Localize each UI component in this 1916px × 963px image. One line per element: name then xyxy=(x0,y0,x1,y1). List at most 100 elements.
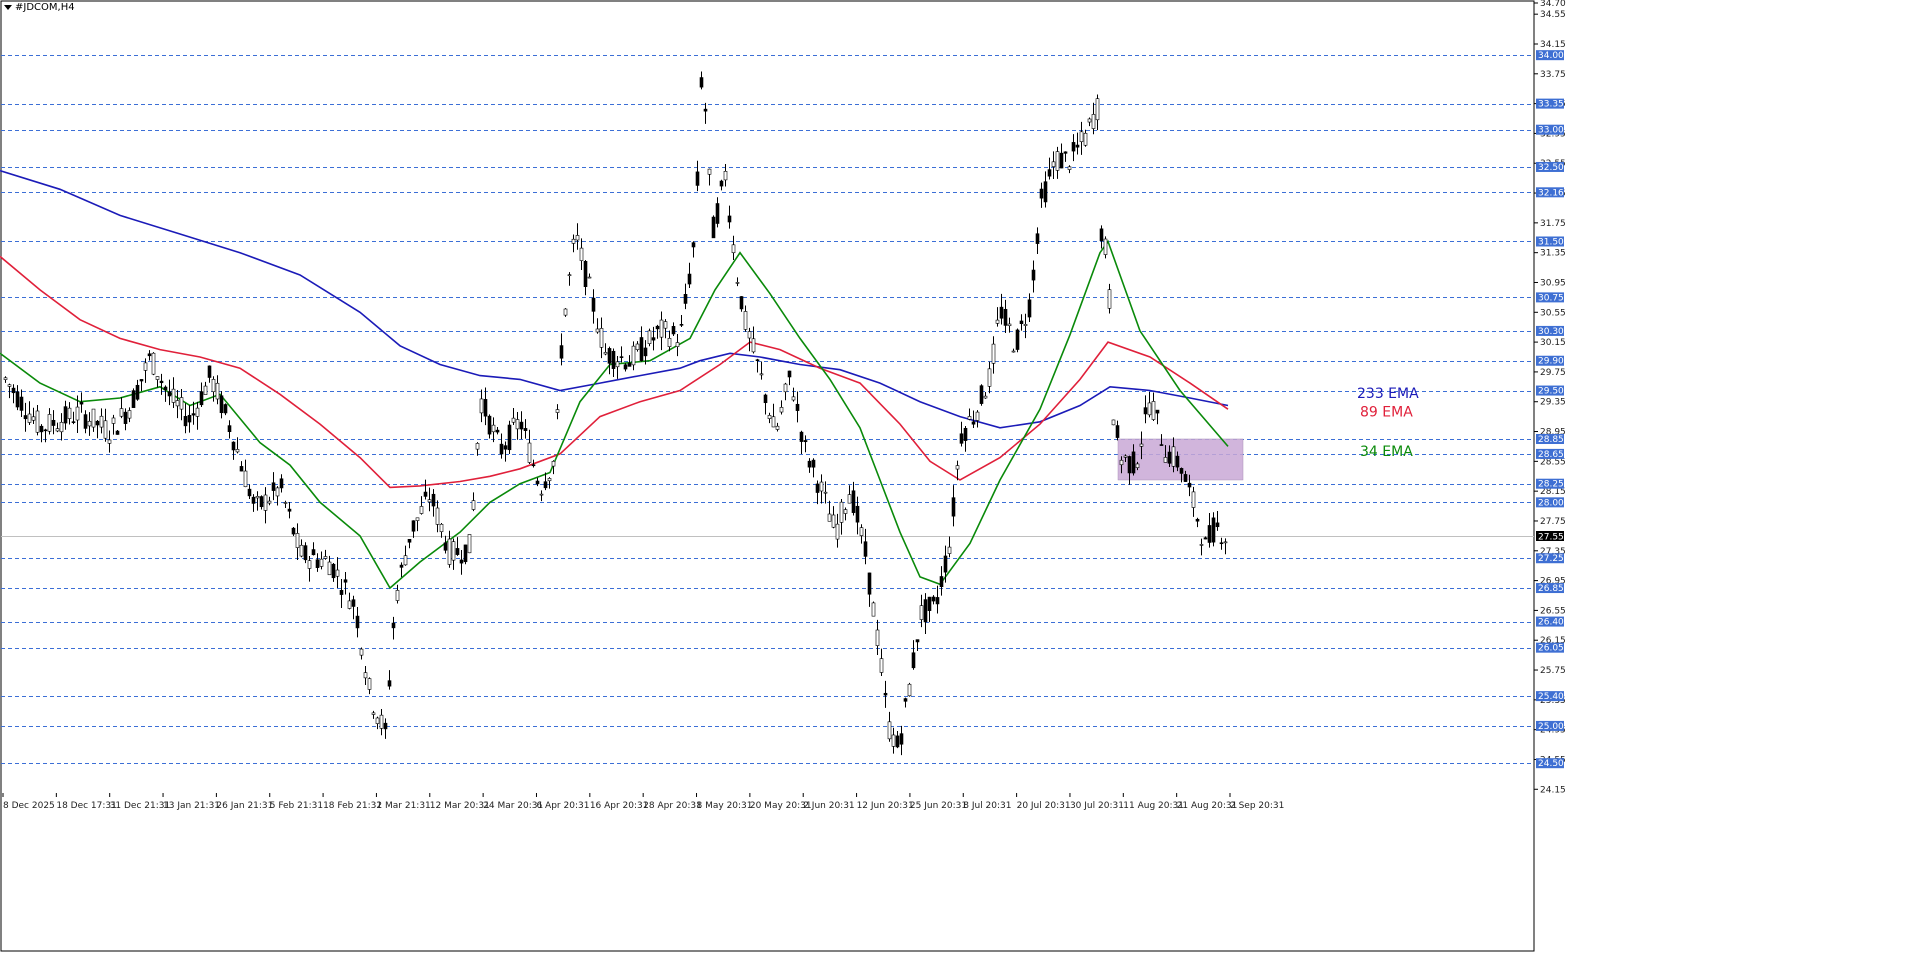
level-badge-label: 29.90 xyxy=(1538,357,1564,367)
candle-body xyxy=(723,170,728,181)
candle-body xyxy=(811,459,816,468)
supply-zone xyxy=(1117,438,1244,481)
candle-body xyxy=(635,343,640,350)
candle-body xyxy=(759,373,764,376)
candle-body xyxy=(571,238,576,244)
candle-body xyxy=(363,672,368,679)
candle-body xyxy=(619,356,624,358)
candle-body xyxy=(803,440,808,443)
candle-body xyxy=(1143,407,1148,415)
candle-body xyxy=(127,410,132,419)
chevron-down-icon[interactable] xyxy=(4,5,12,10)
level-badge-label: 33.00 xyxy=(1538,126,1564,136)
candle-body xyxy=(119,408,124,417)
candle-body xyxy=(123,411,128,424)
candle-body xyxy=(171,388,176,403)
candle-body xyxy=(1055,151,1060,171)
candle-body xyxy=(1079,131,1084,143)
candle-body xyxy=(887,721,892,740)
level-badge-label: 30.30 xyxy=(1538,327,1564,337)
candle-body xyxy=(767,415,772,419)
candle-body xyxy=(35,410,40,433)
candle-body xyxy=(3,377,8,380)
candle-body xyxy=(107,439,112,444)
candle-body xyxy=(1023,324,1028,326)
candle-body xyxy=(39,425,44,433)
candle-body xyxy=(1031,269,1036,281)
candle-body xyxy=(999,306,1004,319)
candle-body xyxy=(1131,451,1136,474)
level-badge-label: 31.50 xyxy=(1538,237,1564,247)
candle-body xyxy=(507,424,512,451)
time-tick-label: 12 Jun 20:31 xyxy=(857,801,914,811)
candle-body xyxy=(1011,350,1016,353)
candle-body xyxy=(735,282,740,284)
candle-body xyxy=(331,563,336,579)
symbol-header[interactable]: #JDCOM,H4 xyxy=(4,2,75,13)
candle-body xyxy=(1111,419,1116,426)
candle-body xyxy=(531,464,536,467)
candle-body xyxy=(339,590,344,595)
candle-body xyxy=(1095,98,1100,121)
candle-body xyxy=(131,390,136,408)
ema34-label: 34 EMA xyxy=(1360,444,1413,460)
candle-body xyxy=(915,639,920,643)
candle-body xyxy=(207,365,212,378)
candle-body xyxy=(1179,468,1184,474)
candle-body xyxy=(67,407,72,419)
candle-body xyxy=(603,352,608,355)
candle-body xyxy=(431,493,436,507)
price-chart[interactable]: 34.7034.5534.1533.7533.3532.9532.5532.15… xyxy=(0,0,1916,963)
candle-body xyxy=(395,590,400,601)
candle-body xyxy=(295,533,300,548)
candle-body xyxy=(83,414,88,429)
candle-body xyxy=(1223,541,1228,544)
candle-body xyxy=(1215,522,1220,528)
candle-body xyxy=(943,555,948,573)
candle-body xyxy=(271,482,276,491)
candle-body xyxy=(247,488,252,497)
candle-body xyxy=(687,273,692,285)
candle-body xyxy=(839,501,844,523)
candle-body xyxy=(467,534,472,554)
candle-body xyxy=(227,425,232,433)
candle-body xyxy=(391,622,396,629)
candle-body xyxy=(1099,228,1104,242)
candle-body xyxy=(155,376,160,380)
time-tick-label: 18 Dec 17:31 xyxy=(56,801,117,811)
candle-body xyxy=(1191,491,1196,508)
candle-body xyxy=(167,391,172,397)
level-badge-label: 34.00 xyxy=(1538,51,1564,61)
candle-body xyxy=(475,443,480,450)
price-tick-label: 31.75 xyxy=(1540,219,1566,229)
candle-body xyxy=(939,576,944,588)
candle-body xyxy=(335,569,340,577)
candle-body xyxy=(1219,542,1224,545)
candle-body xyxy=(347,600,352,609)
candle-body xyxy=(699,77,704,88)
candle-body xyxy=(327,561,332,576)
candle-body xyxy=(927,596,932,611)
candle-body xyxy=(147,353,152,357)
candle-body xyxy=(1147,402,1152,416)
candle-body xyxy=(111,417,116,424)
candle-body xyxy=(59,421,64,433)
candle-body xyxy=(287,508,292,512)
candle-body xyxy=(63,406,68,424)
candle-body xyxy=(627,362,632,367)
candle-body xyxy=(935,597,940,605)
candle-body xyxy=(843,509,848,514)
level-badge-label: 26.85 xyxy=(1538,584,1564,594)
candle-body xyxy=(607,348,612,364)
candle-body xyxy=(567,274,572,277)
price-tick-label: 29.35 xyxy=(1540,398,1566,408)
candle-body xyxy=(311,549,316,556)
candle-body xyxy=(539,493,544,496)
candle-body xyxy=(679,324,684,326)
candle-body xyxy=(103,420,108,439)
candle-body xyxy=(299,544,304,557)
candle-body xyxy=(511,417,516,423)
price-tick-label: 34.70 xyxy=(1540,0,1566,9)
candle-body xyxy=(183,416,188,427)
time-tick-label: 12 Mar 20:31 xyxy=(430,801,490,811)
